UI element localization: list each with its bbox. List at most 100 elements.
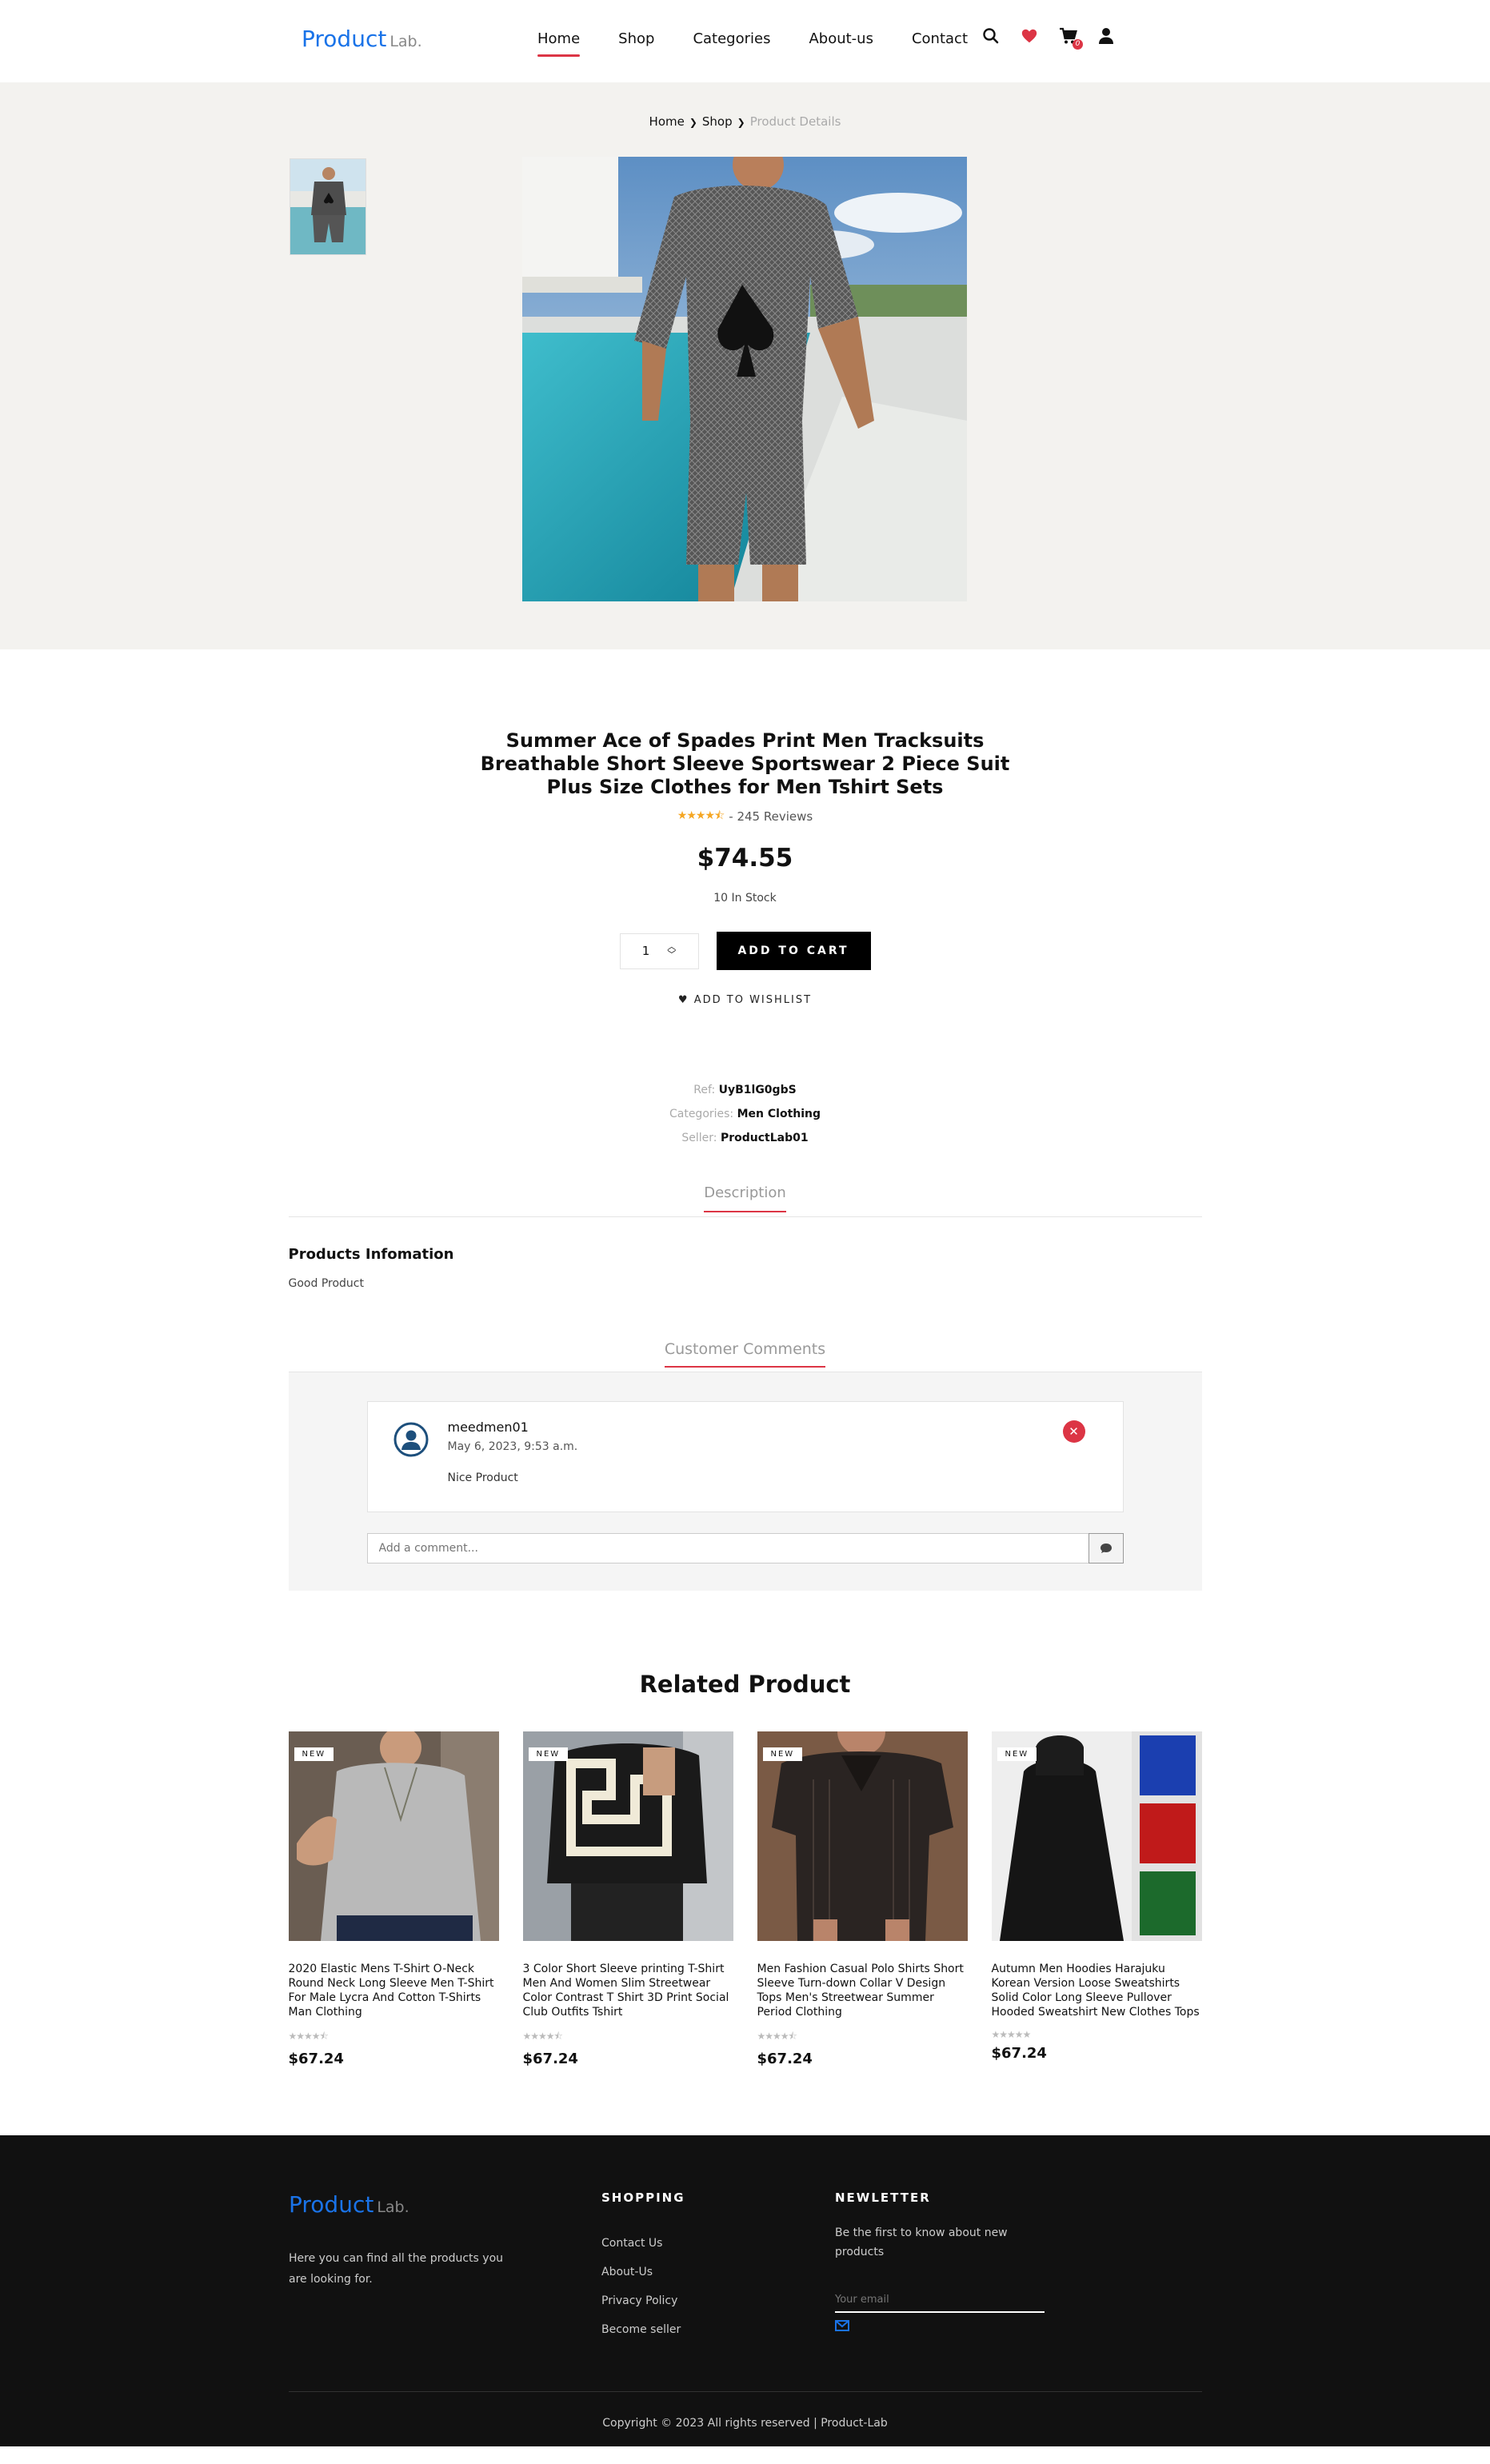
nav-home[interactable]: Home xyxy=(537,30,581,57)
related-products-title: Related Product xyxy=(639,1671,851,1698)
add-to-cart-button[interactable]: ADD TO CART xyxy=(716,932,871,970)
categories-label: Categories: xyxy=(669,1108,734,1120)
product-card-image[interactable]: NEW xyxy=(522,1731,733,1941)
comment-input[interactable] xyxy=(366,1533,1089,1563)
footer-link-about-us[interactable]: About-Us xyxy=(601,2258,681,2286)
new-badge: NEW xyxy=(294,1747,334,1761)
product-card[interactable]: NEW 2020 Elastic Mens T-Shirt O-Neck Rou… xyxy=(288,1731,499,2067)
product-main-image xyxy=(522,157,967,601)
ref-value: UyB1lG0gbS xyxy=(718,1084,797,1096)
comments-tabbar: Customer Comments xyxy=(288,1340,1202,1372)
seller-label: Seller: xyxy=(681,1132,717,1144)
categories-value[interactable]: Men Clothing xyxy=(737,1108,821,1120)
cart-row: 1 ︿ ﹀ ADD TO CART xyxy=(0,932,1490,970)
product-card-price: $67.24 xyxy=(991,2045,1047,2062)
new-badge: NEW xyxy=(528,1747,569,1761)
wishlist-label: ADD TO WISHLIST xyxy=(693,994,813,1006)
tab-description[interactable]: Description xyxy=(704,1184,786,1212)
user-icon[interactable] xyxy=(1097,27,1115,45)
product-card-price: $67.24 xyxy=(522,2051,578,2067)
quantity-value[interactable]: 1 xyxy=(642,944,650,958)
chevron-right-icon: ❯ xyxy=(737,117,745,128)
product-meta: Ref: UyB1lG0gbS Categories: Men Clothing… xyxy=(0,1078,1490,1150)
heart-icon: ♥ xyxy=(677,994,689,1006)
comment-card: meedmen01 May 6, 2023, 9:53 a.m. Nice Pr… xyxy=(366,1401,1124,1512)
add-to-wishlist-link[interactable]: ♥ ADD TO WISHLIST xyxy=(0,994,1490,1006)
star-rating-icon: ★★★★⯪ xyxy=(677,809,725,822)
product-card-image[interactable]: NEW xyxy=(991,1731,1202,1941)
related-products-grid: NEW 2020 Elastic Mens T-Shirt O-Neck Rou… xyxy=(288,1731,1202,2067)
footer-divider xyxy=(289,2391,1202,2392)
product-card-name[interactable]: 2020 Elastic Mens T-Shirt O-Neck Round N… xyxy=(289,1962,499,2019)
product-card[interactable]: NEW Men Fashion Casual Polo Shirts Short… xyxy=(757,1731,968,2067)
footer-link-contact-us[interactable]: Contact Us xyxy=(601,2229,681,2258)
site-logo[interactable]: Product Lab. xyxy=(302,26,422,52)
comment-text: Nice Product xyxy=(447,1472,518,1484)
logo-sub-text: Lab. xyxy=(389,33,422,50)
avatar xyxy=(393,1422,429,1457)
description-panel: Products Infomation Good Product xyxy=(289,1246,1202,1290)
product-card[interactable]: NEW 3 Color Short Sleeve printing T-Shir… xyxy=(522,1731,733,2067)
footer-logo-main: Product xyxy=(289,2191,374,2218)
product-card-name[interactable]: 3 Color Short Sleeve printing T-Shirt Me… xyxy=(523,1962,733,2019)
footer-link-privacy-policy[interactable]: Privacy Policy xyxy=(601,2286,681,2315)
heart-icon[interactable] xyxy=(1021,27,1038,45)
star-rating-icon: ★★★★⯪ xyxy=(757,2031,797,2042)
footer-logo[interactable]: Product Lab. xyxy=(289,2191,409,2218)
comment-date: May 6, 2023, 9:53 a.m. xyxy=(447,1440,578,1453)
nav-contact[interactable]: Contact xyxy=(912,30,968,55)
product-card-name[interactable]: Autumn Men Hoodies Harajuku Korean Versi… xyxy=(992,1962,1202,2019)
product-card-image[interactable]: NEW xyxy=(757,1731,968,1941)
chevron-right-icon: ❯ xyxy=(689,117,697,128)
comments-box: meedmen01 May 6, 2023, 9:53 a.m. Nice Pr… xyxy=(288,1372,1202,1591)
nav-about-us[interactable]: About-us xyxy=(809,30,873,55)
logo-main-text: Product xyxy=(302,26,387,52)
product-gallery-section: Home ❯ Shop ❯ Product Details xyxy=(0,82,1490,649)
product-card-price: $67.24 xyxy=(757,2051,813,2067)
breadcrumb: Home ❯ Shop ❯ Product Details xyxy=(0,114,1490,129)
breadcrumb-shop[interactable]: Shop xyxy=(702,114,733,129)
star-rating-icon: ★★★★⯪ xyxy=(288,2031,329,2042)
quantity-stepper[interactable]: 1 ︿ ﹀ xyxy=(619,932,699,969)
product-card-name[interactable]: Men Fashion Casual Polo Shirts Short Sle… xyxy=(757,1962,968,2019)
nav-shop[interactable]: Shop xyxy=(618,30,654,55)
product-price: $74.55 xyxy=(697,844,793,873)
product-card[interactable]: NEW Autumn Men Hoodies Harajuku Korean V… xyxy=(991,1731,1202,2067)
product-info: Summer Ace of Spades Print Men Tracksuit… xyxy=(0,729,1490,1150)
breadcrumb-current: Product Details xyxy=(749,114,841,129)
seller-value[interactable]: ProductLab01 xyxy=(721,1132,809,1144)
send-comment-button[interactable] xyxy=(1088,1533,1124,1563)
close-icon: ✕ xyxy=(1069,1424,1079,1439)
product-thumbnail[interactable] xyxy=(290,158,366,255)
search-icon[interactable] xyxy=(982,27,1000,45)
rating-row: ★★★★⯪ - 245 Reviews xyxy=(0,807,1490,826)
site-header: Product Lab. Home Shop Categories About-u… xyxy=(0,0,1490,82)
cart-icon[interactable]: 0 xyxy=(1059,27,1083,50)
product-card-image[interactable]: NEW xyxy=(288,1731,499,1941)
new-badge: NEW xyxy=(997,1747,1037,1761)
star-rating-icon: ★★★★★ xyxy=(991,2029,1032,2040)
footer-about-text: Here you can find all the products you a… xyxy=(289,2252,504,2286)
tab-customer-comments[interactable]: Customer Comments xyxy=(664,1340,826,1368)
footer-newsletter-text: Be the first to know about new products xyxy=(835,2226,1008,2258)
delete-comment-button[interactable]: ✕ xyxy=(1062,1420,1085,1443)
breadcrumb-home[interactable]: Home xyxy=(649,114,685,129)
description-tabbar: Description xyxy=(288,1184,1202,1217)
nav-categories[interactable]: Categories xyxy=(693,30,770,55)
footer-newsletter-title: NEWLETTER xyxy=(835,2190,931,2205)
footer-link-become-seller[interactable]: Become seller xyxy=(601,2315,681,2344)
chat-bubble-icon xyxy=(1100,1543,1112,1553)
new-badge: NEW xyxy=(762,1747,803,1761)
stepper-arrows: ︿ ﹀ xyxy=(667,942,676,959)
product-card-price: $67.24 xyxy=(288,2051,344,2067)
chevron-down-icon[interactable]: ﹀ xyxy=(667,950,676,959)
review-count[interactable]: - 245 Reviews xyxy=(729,809,813,824)
main-nav: Home Shop Categories About-us Contact xyxy=(537,30,968,57)
mail-icon[interactable] xyxy=(835,2319,849,2334)
footer-copyright: Copyright © 2023 All rights reserved | P… xyxy=(602,2417,888,2430)
product-title: Summer Ace of Spades Print Men Tracksuit… xyxy=(480,729,1010,798)
star-rating-icon: ★★★★⯪ xyxy=(522,2031,563,2042)
newsletter-email-input[interactable] xyxy=(835,2287,1045,2313)
footer-links: Contact Us About-Us Privacy Policy Becom… xyxy=(601,2229,681,2344)
ref-label: Ref: xyxy=(693,1084,716,1096)
